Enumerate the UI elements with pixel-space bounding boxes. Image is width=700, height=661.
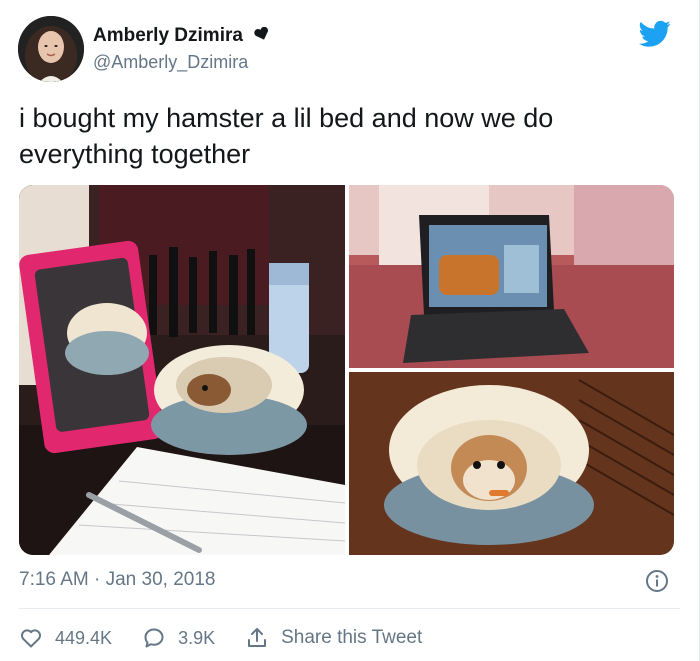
like-button[interactable]: 449.4K <box>19 626 112 650</box>
heart-icon <box>21 629 41 648</box>
media-grid <box>19 185 674 555</box>
timestamp[interactable]: 7:16 AM · Jan 30, 2018 <box>19 569 215 591</box>
reply-count: 3.9K <box>178 627 216 648</box>
reply-icon <box>144 628 164 648</box>
action-bar: 449.4K 3.9K Share this Tweet <box>19 623 452 653</box>
tweet-text: i bought my hamster a lil bed and now we… <box>19 103 554 169</box>
photo-hamster-laptop[interactable] <box>349 185 674 368</box>
divider <box>19 608 680 609</box>
share-icon <box>248 628 267 647</box>
photo-hamster-bed-desk[interactable] <box>19 185 346 555</box>
twitter-bird-icon[interactable] <box>639 20 671 48</box>
display-name[interactable]: Amberly Dzimira <box>93 24 270 48</box>
info-icon[interactable] <box>645 569 669 593</box>
like-count: 449.4K <box>55 627 113 648</box>
reply-button[interactable]: 3.9K <box>142 626 215 650</box>
tweet-card: Amberly Dzimira @Amberly_Dzimira i bough… <box>0 0 700 661</box>
avatar[interactable] <box>18 16 84 82</box>
display-name-text: Amberly Dzimira <box>93 25 243 47</box>
user-handle[interactable]: @Amberly_Dzimira <box>93 52 248 73</box>
heart-emoji-icon <box>254 24 270 48</box>
share-button[interactable]: Share this Tweet <box>245 626 422 650</box>
share-label: Share this Tweet <box>281 627 423 648</box>
photo-hamster-in-bed[interactable] <box>349 372 674 555</box>
